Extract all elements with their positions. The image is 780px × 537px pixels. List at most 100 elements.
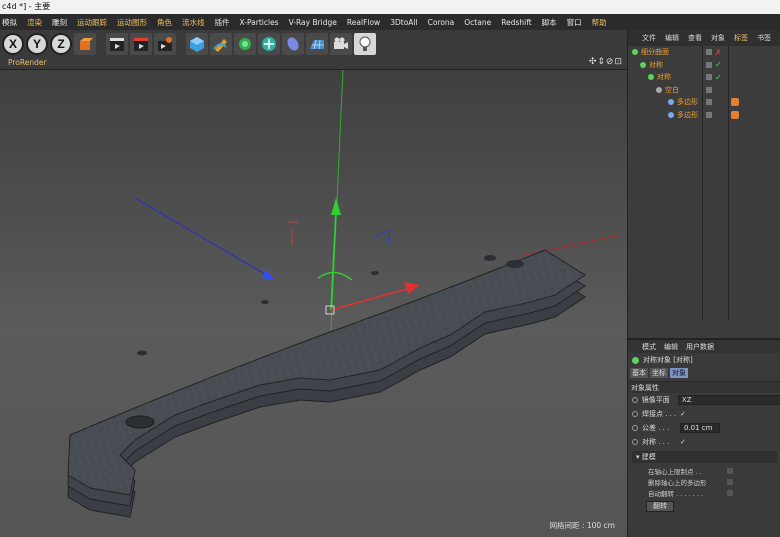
animate-radio[interactable] xyxy=(632,397,638,403)
animate-radio[interactable] xyxy=(632,411,638,417)
layer-box-icon[interactable] xyxy=(706,74,712,81)
menu-item[interactable]: RealFlow xyxy=(347,18,380,27)
layer-box-icon[interactable] xyxy=(706,86,712,93)
attribute-manager-tabs: 模式 编辑 用户数据 xyxy=(628,340,780,353)
object-flags: ✗ xyxy=(706,48,722,57)
toolbar-separator xyxy=(98,33,104,55)
render-settings-button[interactable] xyxy=(154,32,176,55)
object-name[interactable]: 对称 xyxy=(657,72,671,82)
mesh-object[interactable] xyxy=(67,249,586,518)
am-tab[interactable]: 用户数据 xyxy=(686,342,714,352)
om-row[interactable]: 细分曲面 ✗ xyxy=(628,46,780,59)
am-subtab[interactable]: 对象 xyxy=(670,368,688,378)
option-checkbox[interactable] xyxy=(727,489,733,496)
om-tab[interactable]: 标签 xyxy=(734,33,748,43)
subdivision-button[interactable] xyxy=(234,32,256,55)
tag-icon[interactable] xyxy=(731,98,739,107)
object-name[interactable]: 多边形 xyxy=(677,97,698,107)
om-row[interactable]: 对称 ✓ xyxy=(628,71,780,84)
om-tab[interactable]: 文件 xyxy=(642,33,656,43)
menu-item[interactable]: Octane xyxy=(464,18,491,27)
render-picture-viewer-button[interactable] xyxy=(130,32,152,55)
menu-item[interactable]: 帮助 xyxy=(592,17,607,28)
layer-box-icon[interactable] xyxy=(706,49,712,56)
enable-toggle[interactable]: ✓ xyxy=(715,60,722,69)
menu-item[interactable]: 运动图形 xyxy=(117,17,147,28)
om-tab[interactable]: 编辑 xyxy=(665,33,679,43)
pen-button[interactable] xyxy=(210,32,232,55)
om-row[interactable]: 对称 ✓ xyxy=(628,59,780,72)
object-name[interactable]: 空白 xyxy=(665,85,679,95)
gizmo-y-arrow[interactable] xyxy=(331,198,341,215)
tag-icon[interactable] xyxy=(731,110,739,119)
layer-box-icon[interactable] xyxy=(706,111,712,118)
gizmo-rotate-arc[interactable] xyxy=(317,271,353,281)
enable-toggle[interactable]: ✓ xyxy=(715,73,722,82)
object-name[interactable]: 多边形 xyxy=(677,110,698,120)
object-type-icon xyxy=(640,61,646,68)
menu-item[interactable]: 角色 xyxy=(157,17,172,28)
menu-item[interactable]: 渲染 xyxy=(27,17,42,28)
menu-item[interactable]: 3DtoAll xyxy=(390,18,417,27)
light-bulb-icon xyxy=(359,36,371,51)
om-row[interactable]: 空白 xyxy=(628,84,780,97)
menu-item[interactable]: Redshift xyxy=(501,18,531,27)
am-tab[interactable]: 编辑 xyxy=(664,342,678,352)
menu-item[interactable]: Corona xyxy=(428,18,455,27)
modeling-subgroup[interactable]: ▾ 建模 xyxy=(632,451,777,463)
axis-z-button[interactable]: Z xyxy=(50,32,72,55)
option-label: 删除轴心上的多边形 xyxy=(648,478,707,487)
property-value[interactable]: XZ xyxy=(677,395,780,405)
om-tab[interactable]: 查看 xyxy=(688,33,702,43)
menu-item[interactable]: 流水线 xyxy=(182,17,205,28)
enable-toggle[interactable]: ✗ xyxy=(715,48,722,57)
property-value[interactable]: ✓ xyxy=(680,410,686,418)
menu-item[interactable]: 窗口 xyxy=(567,17,582,28)
menu-item[interactable]: 脚本 xyxy=(542,17,557,28)
render-view-button[interactable] xyxy=(106,32,128,55)
om-row[interactable]: 多边形 xyxy=(628,109,780,122)
3d-viewport[interactable]: 网格间距 : 100 cm xyxy=(0,70,627,537)
object-name[interactable]: 细分曲面 xyxy=(641,47,669,57)
gizmo-y-handle[interactable] xyxy=(330,209,337,311)
menu-item[interactable]: 模拟 xyxy=(2,17,17,28)
coordinate-system-button[interactable] xyxy=(74,32,96,55)
object-name[interactable]: 对称 xyxy=(649,60,663,70)
om-tab[interactable]: 书签 xyxy=(757,33,771,43)
object-flags: ✓ xyxy=(706,60,722,69)
cube-button[interactable] xyxy=(186,32,208,55)
option-checkbox[interactable] xyxy=(727,467,733,474)
om-row[interactable]: 多边形 xyxy=(628,96,780,109)
menu-item[interactable]: 运动跟踪 xyxy=(77,17,107,28)
axis-y-button[interactable]: Y xyxy=(26,32,48,55)
option-checkbox[interactable] xyxy=(727,478,733,485)
am-subtab[interactable]: 坐标 xyxy=(650,368,668,378)
am-tab[interactable]: 模式 xyxy=(642,342,656,352)
world-y-axis xyxy=(330,70,344,331)
axis-x-button[interactable]: X xyxy=(2,32,24,55)
menu-item[interactable]: 雕刻 xyxy=(52,17,67,28)
viewport-renderer-tab[interactable]: ProRender xyxy=(8,58,47,67)
property-row: 对称 . . . ✓ xyxy=(628,435,780,449)
menu-item[interactable]: X-Particles xyxy=(240,18,279,27)
menu-item[interactable]: 插件 xyxy=(215,17,230,28)
layer-box-icon[interactable] xyxy=(706,61,712,68)
property-value[interactable]: 0.01 cm xyxy=(680,423,720,433)
light-button[interactable] xyxy=(354,32,376,55)
menu-item[interactable]: V-Ray Bridge xyxy=(289,18,337,27)
layer-box-icon[interactable] xyxy=(706,99,712,106)
viewport-nav-icons[interactable]: ✣⇕⊘⊡ xyxy=(589,57,623,67)
camera-button[interactable] xyxy=(330,32,352,55)
property-value[interactable]: ✓ xyxy=(680,438,686,446)
object-type-icon xyxy=(648,74,654,81)
om-tab[interactable]: 对象 xyxy=(711,33,725,43)
am-subtab[interactable]: 基本 xyxy=(630,368,648,378)
environment-button[interactable] xyxy=(306,32,328,55)
cloner-button[interactable] xyxy=(258,32,280,55)
animate-radio[interactable] xyxy=(632,425,638,431)
flip-button[interactable]: 翻转 xyxy=(646,501,674,512)
deformer-button[interactable] xyxy=(282,32,304,55)
animate-radio[interactable] xyxy=(632,439,638,445)
gizmo-x-arrow[interactable] xyxy=(404,282,420,294)
attribute-subtabs: 基本 坐标 对象 xyxy=(628,367,780,379)
